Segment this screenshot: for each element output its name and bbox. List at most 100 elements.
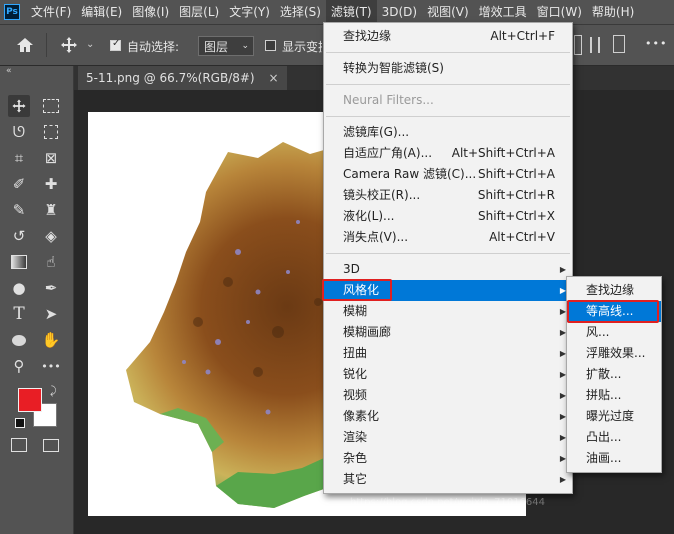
eraser-tool[interactable]: ◈ xyxy=(40,225,62,247)
filter-menu-item[interactable]: 其它 ▶ xyxy=(324,469,572,490)
layer-select-dropdown[interactable]: 图层 ⌄ xyxy=(198,36,254,56)
close-icon[interactable]: × xyxy=(268,71,278,85)
move-tool[interactable] xyxy=(8,95,30,117)
menu-item-label: 扩散... xyxy=(586,367,622,381)
menubar-item-11[interactable]: 帮助(H) xyxy=(587,0,639,24)
menu-items: 文件(F) 编辑(E) 图像(I) 图层(L) 文字(Y) 选择(S) 滤镜(T) 3D(D)… xyxy=(26,0,639,24)
stylize-menu-item[interactable]: 油画... xyxy=(567,448,661,469)
move-tool-icon[interactable] xyxy=(58,35,80,55)
screen-mode-button[interactable] xyxy=(40,434,62,456)
filter-menu-item[interactable]: 模糊 ▶ xyxy=(324,301,572,322)
filter-menu-item[interactable]: 视频 ▶ xyxy=(324,385,572,406)
filter-menu-item[interactable]: 查找边缘 Alt+Ctrl+F xyxy=(324,26,572,47)
type-icon: T xyxy=(13,304,25,324)
gradient-icon xyxy=(11,255,27,269)
eyedropper-icon: ✐ xyxy=(12,175,26,193)
gradient-tool[interactable] xyxy=(8,251,30,273)
pen-tool[interactable]: ✒ xyxy=(40,277,62,299)
filter-menu-item[interactable]: 镜头校正(R)... Shift+Ctrl+R xyxy=(324,185,572,206)
menubar-item-4[interactable]: 文字(Y) xyxy=(224,0,275,24)
filter-menu-item[interactable]: 像素化 ▶ xyxy=(324,406,572,427)
frame-icon: ⊠ xyxy=(44,149,58,167)
quick-mask-button[interactable] xyxy=(8,434,30,456)
menu-item-label: Neural Filters... xyxy=(343,93,434,107)
distribute-icon[interactable] xyxy=(590,37,600,53)
menubar-item-7[interactable]: 3D(D) xyxy=(377,0,422,24)
filter-menu-item[interactable]: 转换为智能滤镜(S) xyxy=(324,58,572,79)
stylize-menu-item[interactable]: 查找边缘 xyxy=(567,280,661,301)
foreground-color-swatch[interactable] xyxy=(18,388,42,412)
stylize-menu-item[interactable]: 风... xyxy=(567,322,661,343)
filter-menu-item[interactable]: 风格化 ▶ xyxy=(324,280,572,301)
photoshop-logo: Ps xyxy=(4,4,20,20)
filter-menu-item[interactable]: 模糊画廊 ▶ xyxy=(324,322,572,343)
smudge-tool[interactable]: ☝ xyxy=(40,251,62,273)
bandage-icon: ✚ xyxy=(44,175,58,193)
filter-menu-item[interactable]: 杂色 ▶ xyxy=(324,448,572,469)
type-tool[interactable]: T xyxy=(8,303,30,325)
filter-menu-item[interactable]: Camera Raw 滤镜(C)... Shift+Ctrl+A xyxy=(324,164,572,185)
menubar-item-10[interactable]: 窗口(W) xyxy=(532,0,587,24)
stamp-tool[interactable]: ♜ xyxy=(40,199,62,221)
lasso-tool[interactable]: ᘎ xyxy=(8,121,30,143)
marquee-tool[interactable] xyxy=(40,95,62,117)
menubar-item-8[interactable]: 视图(V) xyxy=(422,0,474,24)
filter-menu: 查找边缘 Alt+Ctrl+F 转换为智能滤镜(S) Neural Filters..… xyxy=(323,22,573,494)
filter-menu-item[interactable]: 自适应广角(A)... Alt+Shift+Ctrl+A xyxy=(324,143,572,164)
path-select-tool[interactable]: ➤ xyxy=(40,303,62,325)
stylize-menu-item[interactable]: 浮雕效果... xyxy=(567,343,661,364)
swap-colors-icon[interactable]: ⤸ xyxy=(50,384,57,398)
stylize-menu-item[interactable]: 扩散... xyxy=(567,364,661,385)
more-options-icon[interactable]: ••• xyxy=(645,37,667,50)
menubar-item-2[interactable]: 图像(I) xyxy=(127,0,174,24)
menu-item-label: 扭曲 xyxy=(343,346,368,360)
filter-menu-item[interactable]: 3D ▶ xyxy=(324,259,572,280)
ellipse-tool[interactable] xyxy=(8,329,30,351)
auto-select-checkbox[interactable] xyxy=(110,38,121,51)
object-select-tool[interactable] xyxy=(40,121,62,143)
filter-menu-item[interactable]: 扭曲 ▶ xyxy=(324,343,572,364)
document-tab[interactable]: 5-11.png @ 66.7%(RGB/8#) × xyxy=(78,66,287,90)
menubar-item-1[interactable]: 编辑(E) xyxy=(76,0,127,24)
divider xyxy=(46,33,47,57)
stylize-menu-item[interactable]: 曝光过度 xyxy=(567,406,661,427)
lasso-icon: ᘎ xyxy=(12,123,26,141)
align-icon[interactable] xyxy=(574,35,582,55)
stylize-menu-item[interactable]: 凸出... xyxy=(567,427,661,448)
crop-tool[interactable]: ⌗ xyxy=(8,147,30,169)
default-colors-icon[interactable] xyxy=(15,418,25,428)
menubar-item-5[interactable]: 选择(S) xyxy=(275,0,326,24)
chevron-down-icon[interactable]: ⌄ xyxy=(86,39,94,50)
filter-menu-item[interactable]: 锐化 ▶ xyxy=(324,364,572,385)
eyedropper-tool[interactable]: ✐ xyxy=(8,173,30,195)
menu-item-label: 模糊 xyxy=(343,304,368,318)
menubar-item-3[interactable]: 图层(L) xyxy=(174,0,224,24)
home-icon[interactable] xyxy=(14,35,36,55)
stylize-menu-item[interactable]: 拼贴... xyxy=(567,385,661,406)
filter-menu-item[interactable]: 渲染 ▶ xyxy=(324,427,572,448)
filter-menu-item[interactable]: 滤镜库(G)... xyxy=(324,122,572,143)
edit-toolbar-button[interactable]: ••• xyxy=(40,355,62,377)
show-transform-checkbox[interactable] xyxy=(265,40,276,51)
dodge-tool[interactable]: ● xyxy=(8,277,30,299)
filter-menu-item[interactable]: 消失点(V)... Alt+Ctrl+V xyxy=(324,227,572,248)
stylize-menu-item[interactable]: 等高线... xyxy=(567,301,661,322)
menu-separator xyxy=(326,253,570,254)
history-brush-tool[interactable]: ↺ xyxy=(8,225,30,247)
healing-brush-tool[interactable]: ✚ xyxy=(40,173,62,195)
hand-tool[interactable]: ✋ xyxy=(40,329,62,351)
menu-item-label: 滤镜库(G)... xyxy=(343,125,410,139)
align-right-icon[interactable] xyxy=(613,35,625,53)
brush-tool[interactable]: ✎ xyxy=(8,199,30,221)
history-brush-icon: ↺ xyxy=(12,227,26,245)
filter-menu-item[interactable]: 液化(L)... Shift+Ctrl+X xyxy=(324,206,572,227)
zoom-tool[interactable]: ⚲ xyxy=(8,355,30,377)
menubar-item-6[interactable]: 滤镜(T) xyxy=(325,0,377,24)
menubar-item-9[interactable]: 增效工具 xyxy=(474,0,532,24)
collapse-icon[interactable]: « xyxy=(6,66,12,76)
menu-item-label: 查找边缘 xyxy=(586,283,635,297)
frame-tool[interactable]: ⊠ xyxy=(40,147,62,169)
filter-menu-item: Neural Filters... xyxy=(324,90,572,111)
menubar-item-0[interactable]: 文件(F) xyxy=(26,0,76,24)
menu-item-label: 渲染 xyxy=(343,430,368,444)
